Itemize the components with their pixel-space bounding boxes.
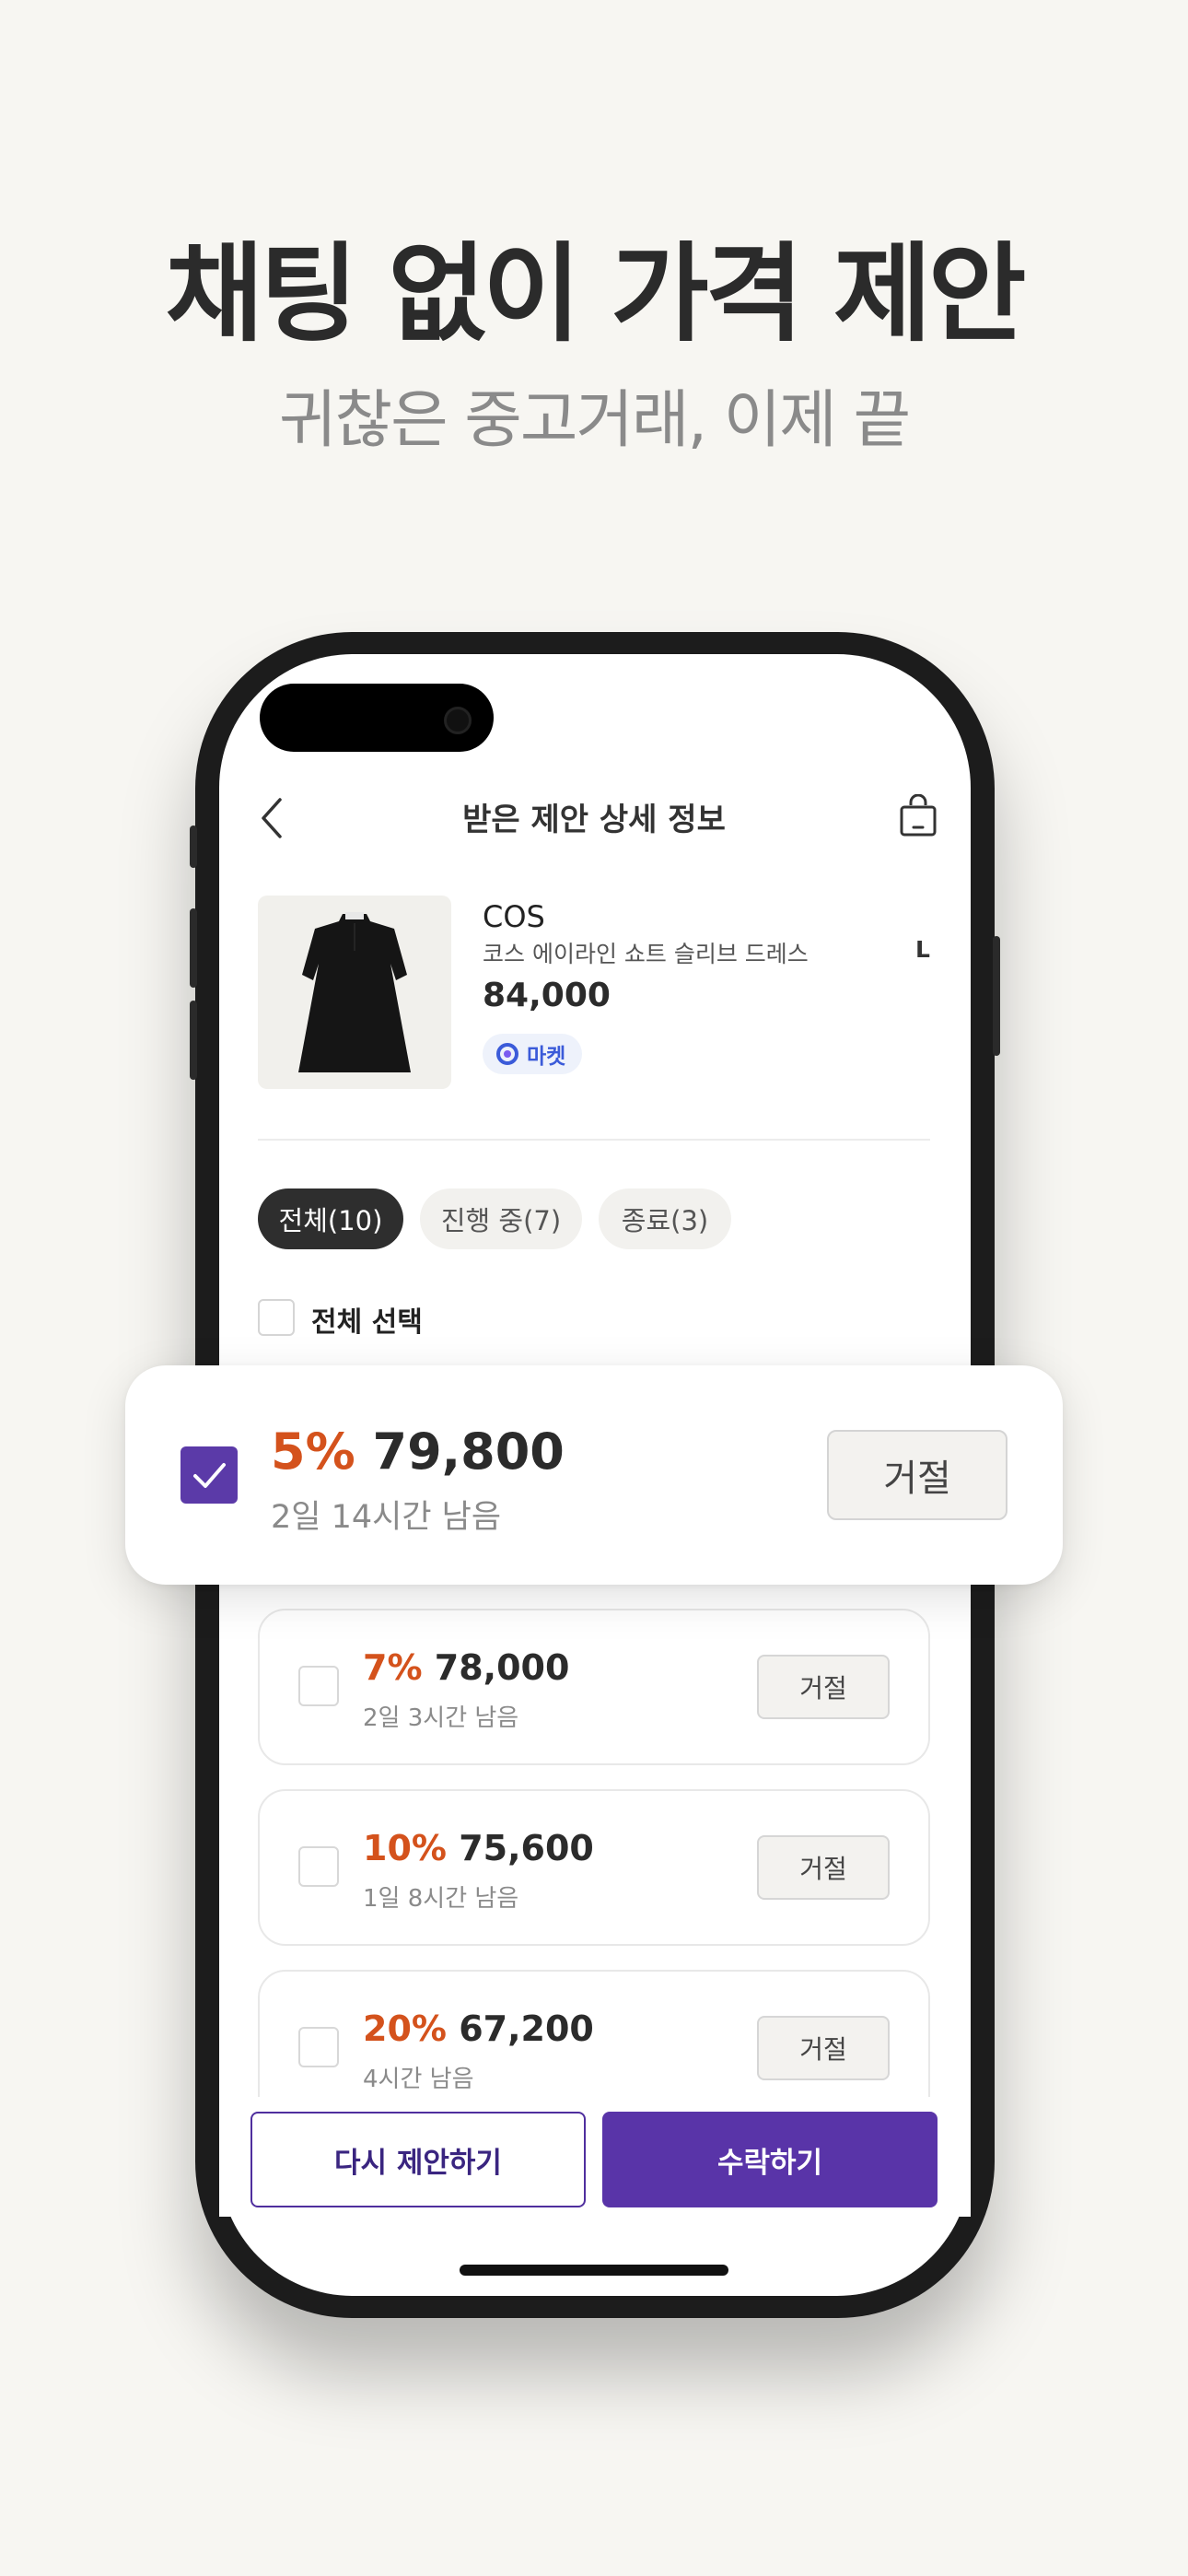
offer-discount: 7% <box>363 1647 423 1688</box>
select-all-checkbox[interactable] <box>258 1299 295 1336</box>
product-price: 84,000 <box>483 977 611 1014</box>
shopping-bag-icon[interactable] <box>898 794 938 838</box>
market-logo-icon <box>496 1043 518 1065</box>
offer-checkbox[interactable] <box>298 1846 339 1887</box>
offer-amount: 78,000 <box>434 1647 570 1688</box>
home-indicator[interactable] <box>460 2265 728 2276</box>
offer-remaining: 2일 14시간 남음 <box>271 1499 502 1536</box>
hero-title: 채팅 없이 가격 제안 <box>165 232 1027 357</box>
offer-discount: 20% <box>363 2008 447 2049</box>
accept-button[interactable]: 수락하기 <box>602 2112 938 2207</box>
tab-all[interactable]: 전체(10) <box>258 1188 403 1249</box>
offer-amount: 79,800 <box>372 1423 565 1481</box>
product-image[interactable] <box>258 896 451 1089</box>
offer-amount: 67,200 <box>459 2008 594 2049</box>
offer-checkbox[interactable] <box>298 1666 339 1706</box>
offer-discount: 10% <box>363 1828 447 1868</box>
page-title: 받은 제안 상세 정보 <box>462 802 726 838</box>
divider <box>258 1139 930 1141</box>
market-badge: 마켓 <box>483 1034 583 1074</box>
offer-checkbox-checked[interactable] <box>181 1446 238 1504</box>
offer-row: 7% 78,000 2일 3시간 남음 거절 <box>258 1609 930 1765</box>
counter-offer-button[interactable]: 다시 제안하기 <box>250 2112 586 2207</box>
offer-discount: 5% <box>271 1423 355 1481</box>
offer-remaining: 1일 8시간 남음 <box>363 1885 519 1913</box>
dynamic-island <box>260 684 494 752</box>
select-all-label: 전체 선택 <box>311 1306 423 1339</box>
tab-ended[interactable]: 종료(3) <box>599 1188 731 1249</box>
offer-remaining: 4시간 남음 <box>363 2066 474 2093</box>
reject-button[interactable]: 거절 <box>757 1835 890 1900</box>
checkmark-icon <box>193 1463 226 1488</box>
reject-button[interactable]: 거절 <box>757 1655 890 1719</box>
product-name: 코스 에이라인 쇼트 슬리브 드레스 <box>483 941 809 967</box>
market-badge-label: 마켓 <box>527 1045 566 1069</box>
offer-remaining: 2일 3시간 남음 <box>363 1704 519 1732</box>
reject-button[interactable]: 거절 <box>827 1430 1007 1520</box>
reject-button[interactable]: 거절 <box>757 2016 890 2080</box>
dress-image <box>298 912 411 1072</box>
offer-row: 10% 75,600 1일 8시간 남음 거절 <box>258 1789 930 1946</box>
offer-checkbox[interactable] <box>298 2027 339 2067</box>
selected-offer-card: 5% 79,800 2일 14시간 남음 거절 <box>125 1365 1063 1585</box>
offer-amount: 75,600 <box>459 1828 594 1868</box>
product-size: L <box>915 936 930 963</box>
hero-subtitle: 귀찮은 중고거래, 이제 끝 <box>278 384 911 457</box>
tab-in-progress[interactable]: 진행 중(7) <box>420 1188 582 1249</box>
product-brand: COS <box>483 899 545 934</box>
